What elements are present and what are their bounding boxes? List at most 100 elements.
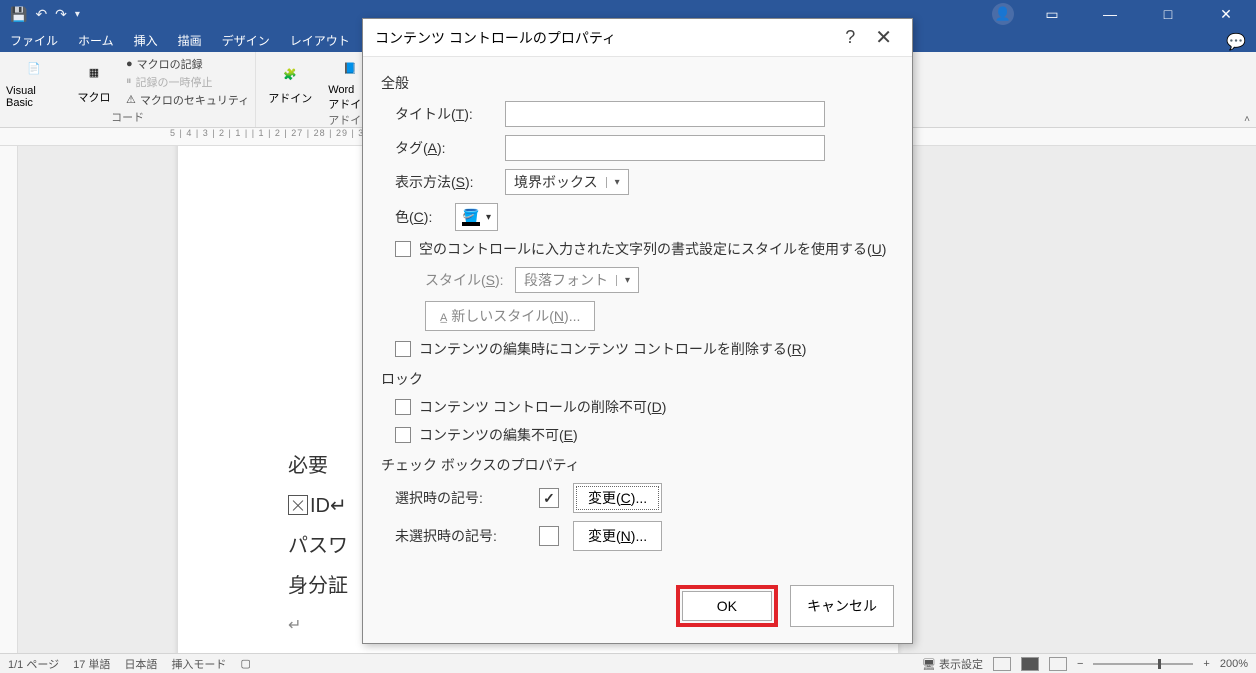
style-combo: 段落フォント ▾ [515,267,639,293]
dialog-help-button[interactable]: ? [833,27,867,48]
vb-icon: 📄 [20,55,48,83]
tab-insert[interactable]: 挿入 [124,28,168,52]
general-group-label: 全般 [381,73,894,93]
new-style-icon: A̲ [440,312,447,324]
dialog-titlebar: コンテンツ コントロールのプロパティ ? ✕ [363,19,912,57]
addin-icon: 🧩 [276,60,304,88]
dialog-title: コンテンツ コントロールのプロパティ [375,28,616,48]
record-macro-button[interactable]: ●マクロの記録 [126,56,249,72]
redo-icon[interactable]: ↷ [55,6,67,23]
minimize-button[interactable]: — [1090,6,1130,22]
new-style-button: A̲ 新しいスタイル(N)... [425,301,595,331]
visual-basic-button[interactable]: 📄 Visual Basic [6,54,62,109]
paragraph-mark: ↵ [288,606,348,646]
status-page[interactable]: 1/1 ページ [8,656,59,672]
show-as-label: 表示方法(S): [395,172,505,192]
quick-access-toolbar: 💾 ↶ ↷ ▾ [4,6,80,23]
addin-label: アドイン [268,90,312,106]
vertical-ruler[interactable] [0,146,18,653]
tab-design[interactable]: デザイン [212,28,280,52]
view-read-button[interactable] [993,657,1011,671]
doc-line-1[interactable]: 必要​ [288,446,348,486]
zoom-level[interactable]: 200% [1220,658,1248,670]
chevron-down-icon: ▾ [486,212,491,223]
doc-line-4[interactable]: 身分証 [288,566,348,606]
tab-home[interactable]: ホーム [68,28,124,52]
macros-icon: ▦ [80,59,108,87]
status-insert-mode[interactable]: 挿入モード [171,656,226,672]
unchecked-symbol-label: 未選択時の記号: [395,526,525,546]
ribbon-options-icon[interactable]: ▭ [1032,6,1072,23]
tag-input[interactable] [505,135,825,161]
content-control-checkbox[interactable] [288,495,308,515]
lock-group-label: ロック [381,369,894,389]
show-as-combo[interactable]: 境界ボックス ▾ [505,169,629,195]
tab-layout[interactable]: レイアウト [280,28,360,52]
word-addin-icon: 📘 [336,54,364,82]
statusbar: 1/1 ページ 17 単語 日本語 挿入モード ▢ 🖥 表示設定 − + 200… [0,653,1256,673]
unchecked-symbol-preview [539,526,559,546]
content-control-properties-dialog: コンテンツ コントロールのプロパティ ? ✕ 全般 タイトル(T): タグ(A)… [362,18,913,644]
use-style-checkbox[interactable] [395,241,411,257]
ok-button[interactable]: OK [682,591,772,621]
doc-line-2[interactable]: ID↵ [288,486,348,526]
save-icon[interactable]: 💾 [10,6,27,23]
color-label: 色(C): [395,207,455,227]
status-macro-icon[interactable]: ▢ [240,657,250,670]
title-label: タイトル(T): [395,104,505,124]
display-settings[interactable]: 🖥 表示設定 [922,656,983,672]
chevron-down-icon: ▾ [606,177,628,188]
security-icon: ⚠ [126,93,136,106]
zoom-out-button[interactable]: − [1077,658,1083,670]
close-window-button[interactable]: ✕ [1206,6,1246,23]
doc-line-3[interactable]: パスワ [288,526,348,566]
account-avatar[interactable]: 👤 [992,3,1014,25]
change-checked-button[interactable]: 変更(C)... [573,483,662,513]
checkbox-props-label: チェック ボックスのプロパティ [381,455,894,475]
lock-delete-label: コンテンツ コントロールの削除不可(D) [419,397,666,417]
record-icon: ● [126,58,133,70]
checked-symbol-preview [539,488,559,508]
dialog-close-button[interactable]: ✕ [867,25,900,50]
remove-on-edit-checkbox[interactable] [395,341,411,357]
lock-edit-checkbox[interactable] [395,427,411,443]
chevron-down-icon: ▾ [616,275,638,286]
pause-record-button: ⏸記録の一時停止 [126,74,249,90]
code-group-label: コード [6,109,249,127]
view-web-button[interactable] [1049,657,1067,671]
vb-label: Visual Basic [6,85,62,109]
lock-delete-checkbox[interactable] [395,399,411,415]
checked-symbol-label: 選択時の記号: [395,488,525,508]
pause-icon: ⏸ [126,75,132,88]
page-content[interactable]: 必要​ ID↵ パスワ 身分証 ↵ [288,446,348,646]
zoom-in-button[interactable]: + [1203,658,1209,670]
macros-button[interactable]: ▦ マクロ [66,54,122,109]
tag-label: タグ(A): [395,138,505,158]
lock-edit-label: コンテンツの編集不可(E) [419,425,578,445]
macro-security-button[interactable]: ⚠マクロのセキュリティ [126,92,249,108]
use-style-label: 空のコントロールに入力された文字列の書式設定にスタイルを使用する(U) [419,239,886,259]
collapse-ribbon-icon[interactable]: ˄ [1244,114,1250,125]
maximize-button[interactable]: □ [1148,6,1188,22]
status-words[interactable]: 17 単語 [73,656,110,672]
addins-button[interactable]: 🧩 アドイン [262,54,318,112]
zoom-slider[interactable] [1093,663,1193,665]
tab-file[interactable]: ファイル [0,28,68,52]
remove-on-edit-label: コンテンツの編集時にコンテンツ コントロールを削除する(R) [419,339,806,359]
view-print-button[interactable] [1021,657,1039,671]
undo-icon[interactable]: ↶ [35,6,47,23]
change-unchecked-button[interactable]: 変更(N)... [573,521,662,551]
show-as-value: 境界ボックス [506,172,606,192]
ribbon-group-code: 📄 Visual Basic ▦ マクロ ●マクロの記録 ⏸記録の一時停止 ⚠マ… [0,52,256,127]
share-icon[interactable]: 💬 [1216,28,1256,52]
paint-bucket-icon: 🪣 [462,208,480,226]
status-lang[interactable]: 日本語 [124,656,157,672]
style-value: 段落フォント [516,270,616,290]
tab-draw[interactable]: 描画 [168,28,212,52]
title-input[interactable] [505,101,825,127]
ok-highlight-annotation: OK [676,585,778,627]
color-picker-button[interactable]: 🪣 ▾ [455,203,498,231]
qat-dropdown-icon[interactable]: ▾ [75,9,80,20]
style-label: スタイル(S): [425,270,515,290]
cancel-button[interactable]: キャンセル [790,585,894,627]
